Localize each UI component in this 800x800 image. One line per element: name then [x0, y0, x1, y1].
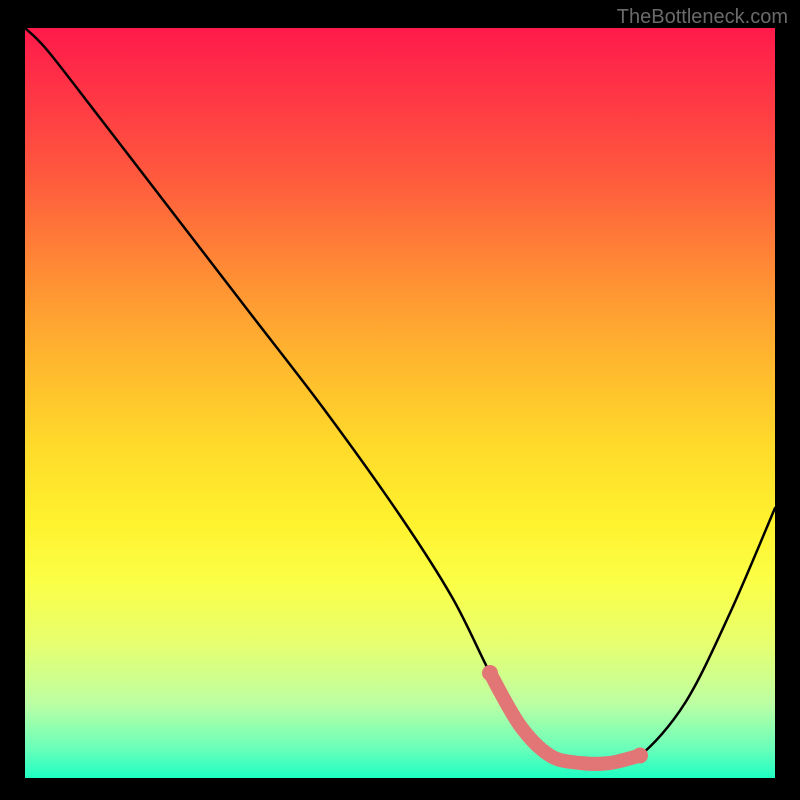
highlight-dot-start	[482, 665, 498, 681]
watermark-text: TheBottleneck.com	[617, 6, 788, 29]
bottleneck-curve-path	[25, 28, 775, 764]
chart-svg	[25, 28, 775, 778]
chart-frame	[25, 28, 775, 778]
highlight-segment	[490, 673, 640, 764]
highlight-dot-end	[632, 748, 648, 764]
